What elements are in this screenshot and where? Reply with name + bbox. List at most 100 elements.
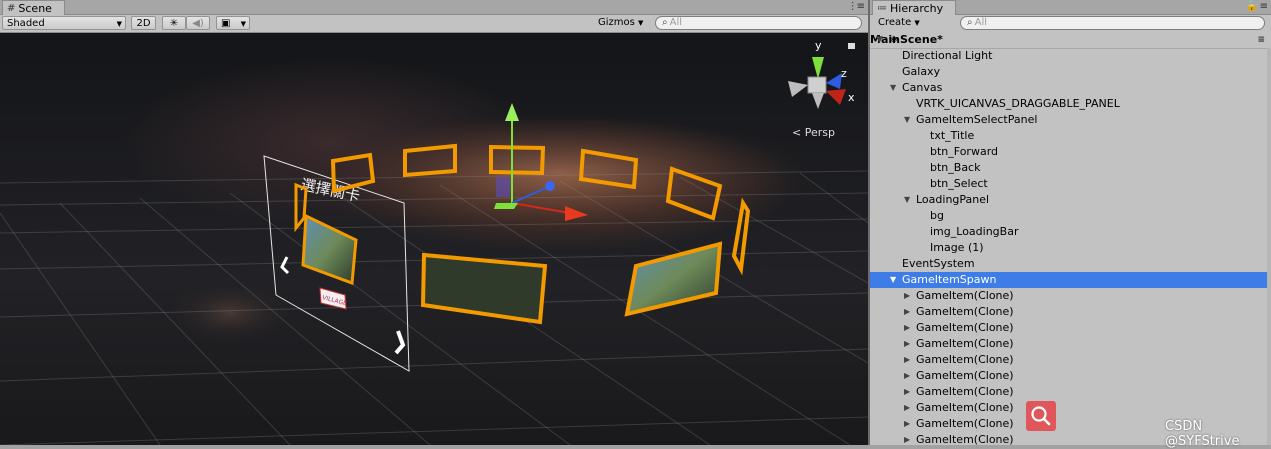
lighting-toggle-button[interactable]: ✳ (162, 16, 186, 30)
hierarchy-item[interactable]: ▼ GameItemSelectPanel (870, 112, 1271, 128)
hierarchy-item[interactable]: VRTK_UICANVAS_DRAGGABLE_PANEL (870, 96, 1271, 112)
expand-arrow-icon[interactable]: ▶ (904, 304, 910, 320)
hierarchy-item[interactable]: ▼ GameItemSpawn (870, 272, 1271, 288)
hierarchy-item[interactable]: bg (870, 208, 1271, 224)
hierarchy-item[interactable]: Galaxy (870, 64, 1271, 80)
hierarchy-item[interactable]: btn_Select (870, 176, 1271, 192)
gizmo-y-arrow-icon[interactable] (505, 103, 519, 121)
hierarchy-item[interactable]: Image (1) (870, 240, 1271, 256)
expand-arrow-icon[interactable]: ▶ (904, 288, 910, 304)
create-label: Create (878, 17, 912, 28)
scene-viewport[interactable]: 選擇關卡 VILLAGE y z x < Persp (0, 33, 868, 445)
orientation-gizmo[interactable]: y z x (788, 39, 855, 109)
hierarchy-item[interactable]: ▶ GameItem(Clone) (870, 384, 1271, 400)
dropdown-arrow-icon: ▼ (638, 19, 644, 27)
hierarchy-item[interactable]: EventSystem (870, 256, 1271, 272)
expand-arrow-icon[interactable]: ▶ (904, 400, 910, 416)
collapse-arrow-icon[interactable]: ▼ (904, 112, 910, 128)
scene-view-panel: # Scene ⋮≡ Shaded ▼ 2D ✳ ◀) ▣ ▼ Gizmos ▼… (0, 0, 868, 445)
orientation-x-cone-icon[interactable] (826, 89, 846, 105)
scene-menu-icon[interactable]: ≡ (1257, 32, 1265, 48)
orientation-neg-y-cone-icon[interactable] (812, 93, 824, 109)
hierarchy-item[interactable]: ▶ GameItem(Clone) (870, 368, 1271, 384)
hierarchy-item-label: Directional Light (902, 49, 993, 62)
gizmo-plane-handle[interactable] (496, 177, 510, 197)
hierarchy-search-input[interactable]: ⌕ All (960, 16, 1265, 30)
hierarchy-item[interactable]: ▶ GameItem(Clone) (870, 400, 1271, 416)
expand-arrow-icon[interactable]: ▼ (876, 32, 883, 48)
hierarchy-item[interactable]: ▶ GameItem(Clone) (870, 320, 1271, 336)
orientation-z-cone-icon[interactable] (826, 73, 842, 89)
create-dropdown[interactable]: Create ▼ (874, 16, 930, 30)
hierarchy-search-placeholder: All (974, 17, 988, 28)
forward-arrow-icon[interactable] (394, 330, 406, 355)
hierarchy-item[interactable]: ▶ GameItem(Clone) (870, 352, 1271, 368)
expand-arrow-icon[interactable]: ▶ (904, 432, 910, 445)
scene-search-input[interactable]: ⌕ All (655, 16, 862, 30)
persp-icon: < (792, 126, 802, 139)
hierarchy-item[interactable]: btn_Forward (870, 144, 1271, 160)
hierarchy-item-label: GameItem(Clone) (916, 353, 1014, 366)
hierarchy-item[interactable]: ▶ GameItem(Clone) (870, 288, 1271, 304)
scene-tab-bar: # Scene ⋮≡ (0, 0, 868, 15)
back-arrow-icon[interactable] (280, 256, 290, 275)
game-item-thumbnail[interactable] (420, 252, 548, 325)
grid-icon: # (7, 2, 16, 14)
scene-root-row[interactable]: ▼ ◈ MainScene* ≡ (870, 32, 1271, 49)
hierarchy-tab[interactable]: ≔ Hierarchy (872, 0, 957, 15)
search-float-button[interactable] (1026, 401, 1056, 431)
hierarchy-item-label: btn_Back (930, 161, 981, 174)
orientation-center-cube[interactable] (807, 76, 827, 94)
dropdown-arrow-icon: ▼ (914, 19, 920, 27)
collapse-arrow-icon[interactable]: ▼ (890, 272, 896, 288)
expand-arrow-icon[interactable]: ▶ (904, 384, 910, 400)
panel-menu-icon[interactable]: ⋮≡ (848, 1, 865, 12)
hierarchy-item[interactable]: ▶ GameItem(Clone) (870, 304, 1271, 320)
canvas-thumbnail[interactable] (301, 213, 358, 286)
hierarchy-item[interactable]: ▶ GameItem(Clone) (870, 336, 1271, 352)
hierarchy-panel: ≔ Hierarchy 🔒 ≡ Create ▼ ⌕ All ▼ ◈ MainS… (870, 0, 1271, 445)
hierarchy-item-label: EventSystem (902, 257, 975, 270)
lock-icon[interactable] (848, 43, 855, 49)
scene-render: 選擇關卡 VILLAGE y z x (0, 39, 868, 445)
hierarchy-item-label: GameItemSelectPanel (916, 113, 1038, 126)
hierarchy-item[interactable]: txt_Title (870, 128, 1271, 144)
expand-arrow-icon[interactable]: ▶ (904, 352, 910, 368)
collapse-arrow-icon[interactable]: ▼ (904, 192, 910, 208)
hierarchy-item-label: txt_Title (930, 129, 975, 142)
scene-tab[interactable]: # Scene (2, 0, 65, 15)
hierarchy-item-label: GameItem(Clone) (916, 433, 1014, 445)
shading-mode-dropdown[interactable]: Shaded ▼ (2, 16, 126, 30)
orientation-y-cone-icon[interactable] (812, 57, 824, 79)
scene-toolbar: Shaded ▼ 2D ✳ ◀) ▣ ▼ Gizmos ▼ ⌕ All (0, 15, 868, 33)
expand-arrow-icon[interactable]: ▶ (904, 320, 910, 336)
expand-arrow-icon[interactable]: ▶ (904, 416, 910, 432)
game-item-thumbnail[interactable] (624, 241, 723, 317)
hierarchy-item-label: btn_Select (930, 177, 988, 190)
panel-menu-icon[interactable]: ≡ (1260, 1, 1268, 12)
hierarchy-item[interactable]: img_LoadingBar (870, 224, 1271, 240)
2d-toggle-button[interactable]: 2D (131, 16, 156, 30)
gizmos-dropdown[interactable]: Gizmos ▼ (594, 16, 650, 30)
hierarchy-scrollbar[interactable] (1267, 48, 1271, 445)
lock-icon[interactable]: 🔒 (1246, 1, 1258, 12)
effects-dropdown[interactable]: ▣ ▼ (216, 16, 250, 30)
hierarchy-item[interactable]: Directional Light (870, 48, 1271, 64)
audio-toggle-button[interactable]: ◀) (186, 16, 210, 30)
expand-arrow-icon[interactable]: ▶ (904, 336, 910, 352)
hierarchy-item[interactable]: ▼ Canvas (870, 80, 1271, 96)
speaker-icon: ◀) (192, 18, 204, 29)
expand-arrow-icon[interactable]: ▶ (904, 368, 910, 384)
search-icon: ⌕ (967, 17, 973, 28)
unity-logo-icon: ◈ (890, 34, 898, 45)
gizmo-plane-handle[interactable] (494, 203, 518, 209)
hierarchy-item[interactable]: btn_Back (870, 160, 1271, 176)
hierarchy-item[interactable]: ▼ LoadingPanel (870, 192, 1271, 208)
axis-y-label: y (815, 39, 822, 52)
gizmo-z-handle-icon[interactable] (545, 181, 555, 191)
projection-toggle[interactable]: < Persp (792, 126, 835, 139)
collapse-arrow-icon[interactable]: ▼ (890, 80, 896, 96)
orientation-neg-x-cone-icon[interactable] (788, 81, 808, 97)
hierarchy-item-label: GameItem(Clone) (916, 337, 1014, 350)
list-icon: ≔ (877, 2, 887, 14)
